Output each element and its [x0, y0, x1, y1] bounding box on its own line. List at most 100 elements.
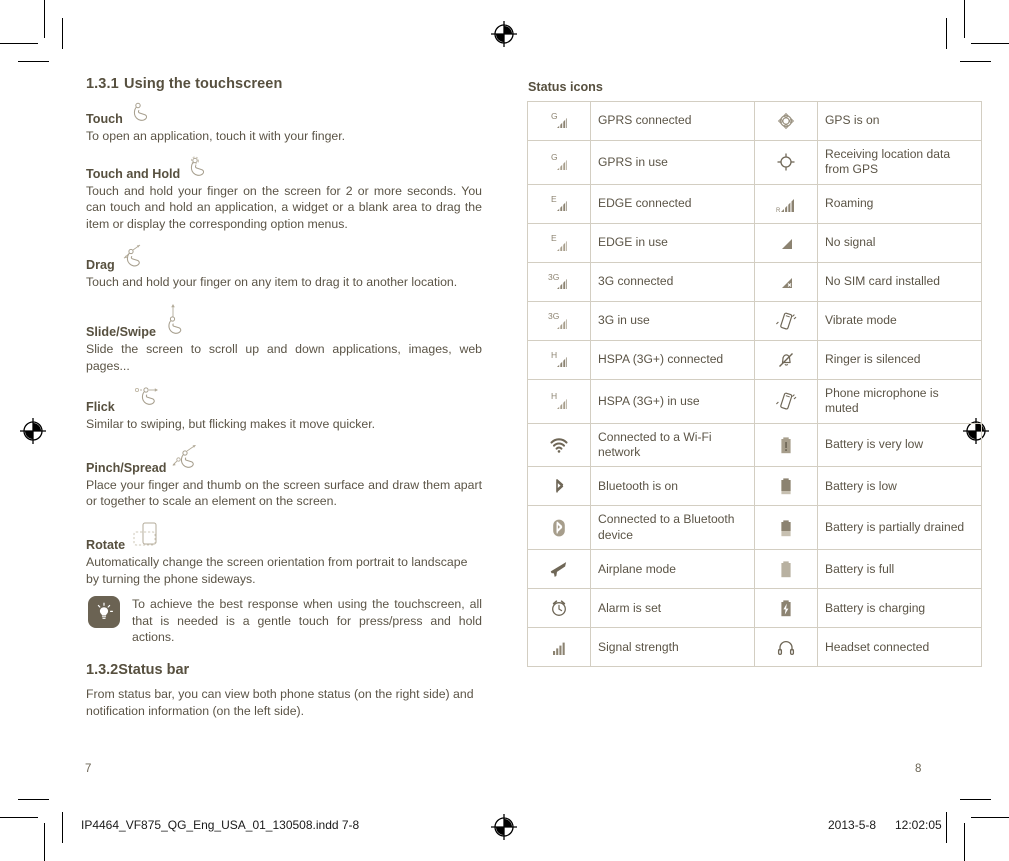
touch-hand-icon: [129, 101, 153, 126]
gesture-text-pinch-spread: Place your finger and thumb on the scree…: [86, 477, 482, 509]
svg-text:H: H: [551, 391, 557, 401]
svg-text:G: G: [551, 152, 558, 162]
status-icon-label: Ringer is silenced: [817, 339, 982, 380]
lightbulb-tip-icon: [88, 596, 120, 629]
gesture-label: Touch: [86, 112, 123, 126]
status-icons-table: G GPRS connected GPS is on G GPRS in use…: [527, 101, 982, 668]
crop-mark-br2-h: [960, 799, 991, 800]
svg-text:E: E: [551, 194, 557, 204]
table-row: 3G 3G connected No SIM card installed: [527, 261, 982, 302]
crop-mark-tr2-v: [946, 18, 947, 49]
svg-text:R: R: [776, 208, 781, 214]
crop-mark-br2-v: [946, 812, 947, 843]
rotate-phone-icon: [131, 521, 161, 552]
gesture-heading-flick: Flick: [86, 385, 482, 414]
battery-partial-icon: [754, 505, 818, 551]
registration-mark-left: [18, 416, 48, 446]
table-row: E EDGE connected R Roaming: [527, 183, 982, 224]
gesture-label: Touch and Hold: [86, 166, 181, 181]
crop-mark-br-h: [971, 817, 1009, 818]
crop-mark-tl-h: [0, 43, 38, 44]
status-icon-label: Battery is charging: [817, 588, 982, 629]
crop-mark-bl-v: [44, 823, 45, 861]
roaming-icon: R: [754, 183, 818, 224]
table-row: Connected to a Wi-Fi network Battery is …: [527, 422, 982, 468]
gprs-in-use-icon: G: [527, 140, 591, 185]
headset-connected-icon: [754, 627, 818, 668]
status-icon-label: Signal strength: [590, 627, 755, 668]
status-icon-label: Phone microphone is muted: [817, 378, 982, 424]
battery-charging-icon: [754, 588, 818, 629]
table-row: E EDGE in use No signal: [527, 222, 982, 263]
crop-mark-br-v: [964, 823, 965, 861]
status-icon-label: EDGE in use: [590, 222, 755, 263]
status-icon-label: GPRS connected: [590, 101, 755, 141]
printed-page-spread: 1.3.1 Using the touchscreen Touch To open…: [0, 0, 1009, 861]
table-row: H HSPA (3G+) in use Phone microphone is …: [527, 378, 982, 424]
footer-filename: IP4464_VF875_QG_Eng_USA_01_130508.indd 7…: [81, 818, 360, 832]
gesture-heading-slide-swipe: Slide/Swipe: [86, 302, 482, 339]
drag-hand-icon: [121, 243, 149, 272]
status-icon-label: Roaming: [817, 183, 982, 224]
crop-mark-bl2-v: [62, 812, 63, 843]
section-heading-status-bar: 1.3.2Status bar: [86, 662, 482, 678]
registration-mark-top: [489, 19, 519, 49]
gesture-heading-rotate: Rotate: [86, 521, 482, 552]
no-sim-card-icon: [754, 261, 818, 302]
gesture-label: Slide/Swipe: [86, 324, 156, 339]
gesture-label: Pinch/Spread: [86, 460, 167, 475]
no-signal-icon: [754, 222, 818, 263]
ringer-silenced-icon: [754, 339, 818, 380]
status-icon-label: EDGE connected: [590, 183, 755, 224]
gesture-text-drag: Touch and hold your finger on any item t…: [86, 275, 458, 290]
status-icon-label: Airplane mode: [590, 549, 755, 590]
svg-text:E: E: [551, 233, 557, 243]
status-icon-label: Battery is partially drained: [817, 505, 982, 551]
svg-text:3G: 3G: [548, 311, 559, 321]
gesture-text-slide-swipe: Slide the screen to scroll up and down a…: [86, 341, 482, 373]
section-title: Using the touchscreen: [124, 76, 283, 92]
status-icon-label: Bluetooth is on: [590, 466, 755, 507]
alarm-set-icon: [527, 588, 591, 629]
section-number: 1.3.1: [86, 76, 119, 92]
left-page-content: 1.3.1 Using the touchscreen Touch To open…: [86, 76, 482, 730]
edge-connected-icon: E: [527, 183, 591, 224]
section2-title: Status bar: [118, 661, 190, 678]
gprs-connected-icon: G: [527, 101, 591, 141]
table-row: Airplane mode Battery is full: [527, 549, 982, 590]
page-number-right: 8: [915, 763, 922, 775]
svg-text:H: H: [551, 350, 557, 360]
crop-mark-tr-h: [971, 43, 1009, 44]
svg-text:3G: 3G: [548, 272, 559, 282]
battery-very-low-icon: [754, 422, 818, 468]
crop-mark-tr-v: [964, 0, 965, 38]
battery-low-icon: [754, 466, 818, 507]
status-icon-label: Headset connected: [817, 627, 982, 668]
gesture-text-touch-and-hold: Touch and hold your finger on the screen…: [86, 183, 482, 231]
section2-text: From status bar, you can view both phone…: [86, 686, 474, 718]
crop-mark-tr2-h: [960, 61, 991, 62]
flick-hand-icon: [133, 385, 165, 414]
bluetooth-connected-icon: [527, 505, 591, 551]
right-page-content: Status icons G GPRS connected GPS is on …: [527, 80, 982, 668]
battery-full-icon: [754, 549, 818, 590]
status-icon-label: No signal: [817, 222, 982, 263]
table-row: Alarm is set Battery is charging: [527, 588, 982, 629]
crop-mark-bl2-h: [18, 799, 49, 800]
status-icon-label: Receiving location data from GPS: [817, 140, 982, 185]
gesture-text-rotate: Automatically change the screen orientat…: [86, 554, 468, 586]
gps-receiving-icon: [754, 140, 818, 185]
crop-mark-tl-v: [44, 0, 45, 38]
status-icon-label: Connected to a Wi-Fi network: [590, 422, 755, 468]
table-row: 3G 3G in use Vibrate mode: [527, 300, 982, 341]
status-icons-title: Status icons: [528, 80, 603, 94]
mic-muted-icon: [754, 378, 818, 424]
status-icon-label: HSPA (3G+) connected: [590, 339, 755, 380]
tip-note-text: To achieve the best response when using …: [132, 597, 482, 645]
status-icon-label: Battery is very low: [817, 422, 982, 468]
status-icon-label: 3G in use: [590, 300, 755, 341]
gesture-heading-drag: Drag: [86, 243, 482, 272]
section2-number: 1.3.2: [86, 661, 119, 678]
3g-connected-icon: 3G: [527, 261, 591, 302]
status-icon-label: Alarm is set: [590, 588, 755, 629]
